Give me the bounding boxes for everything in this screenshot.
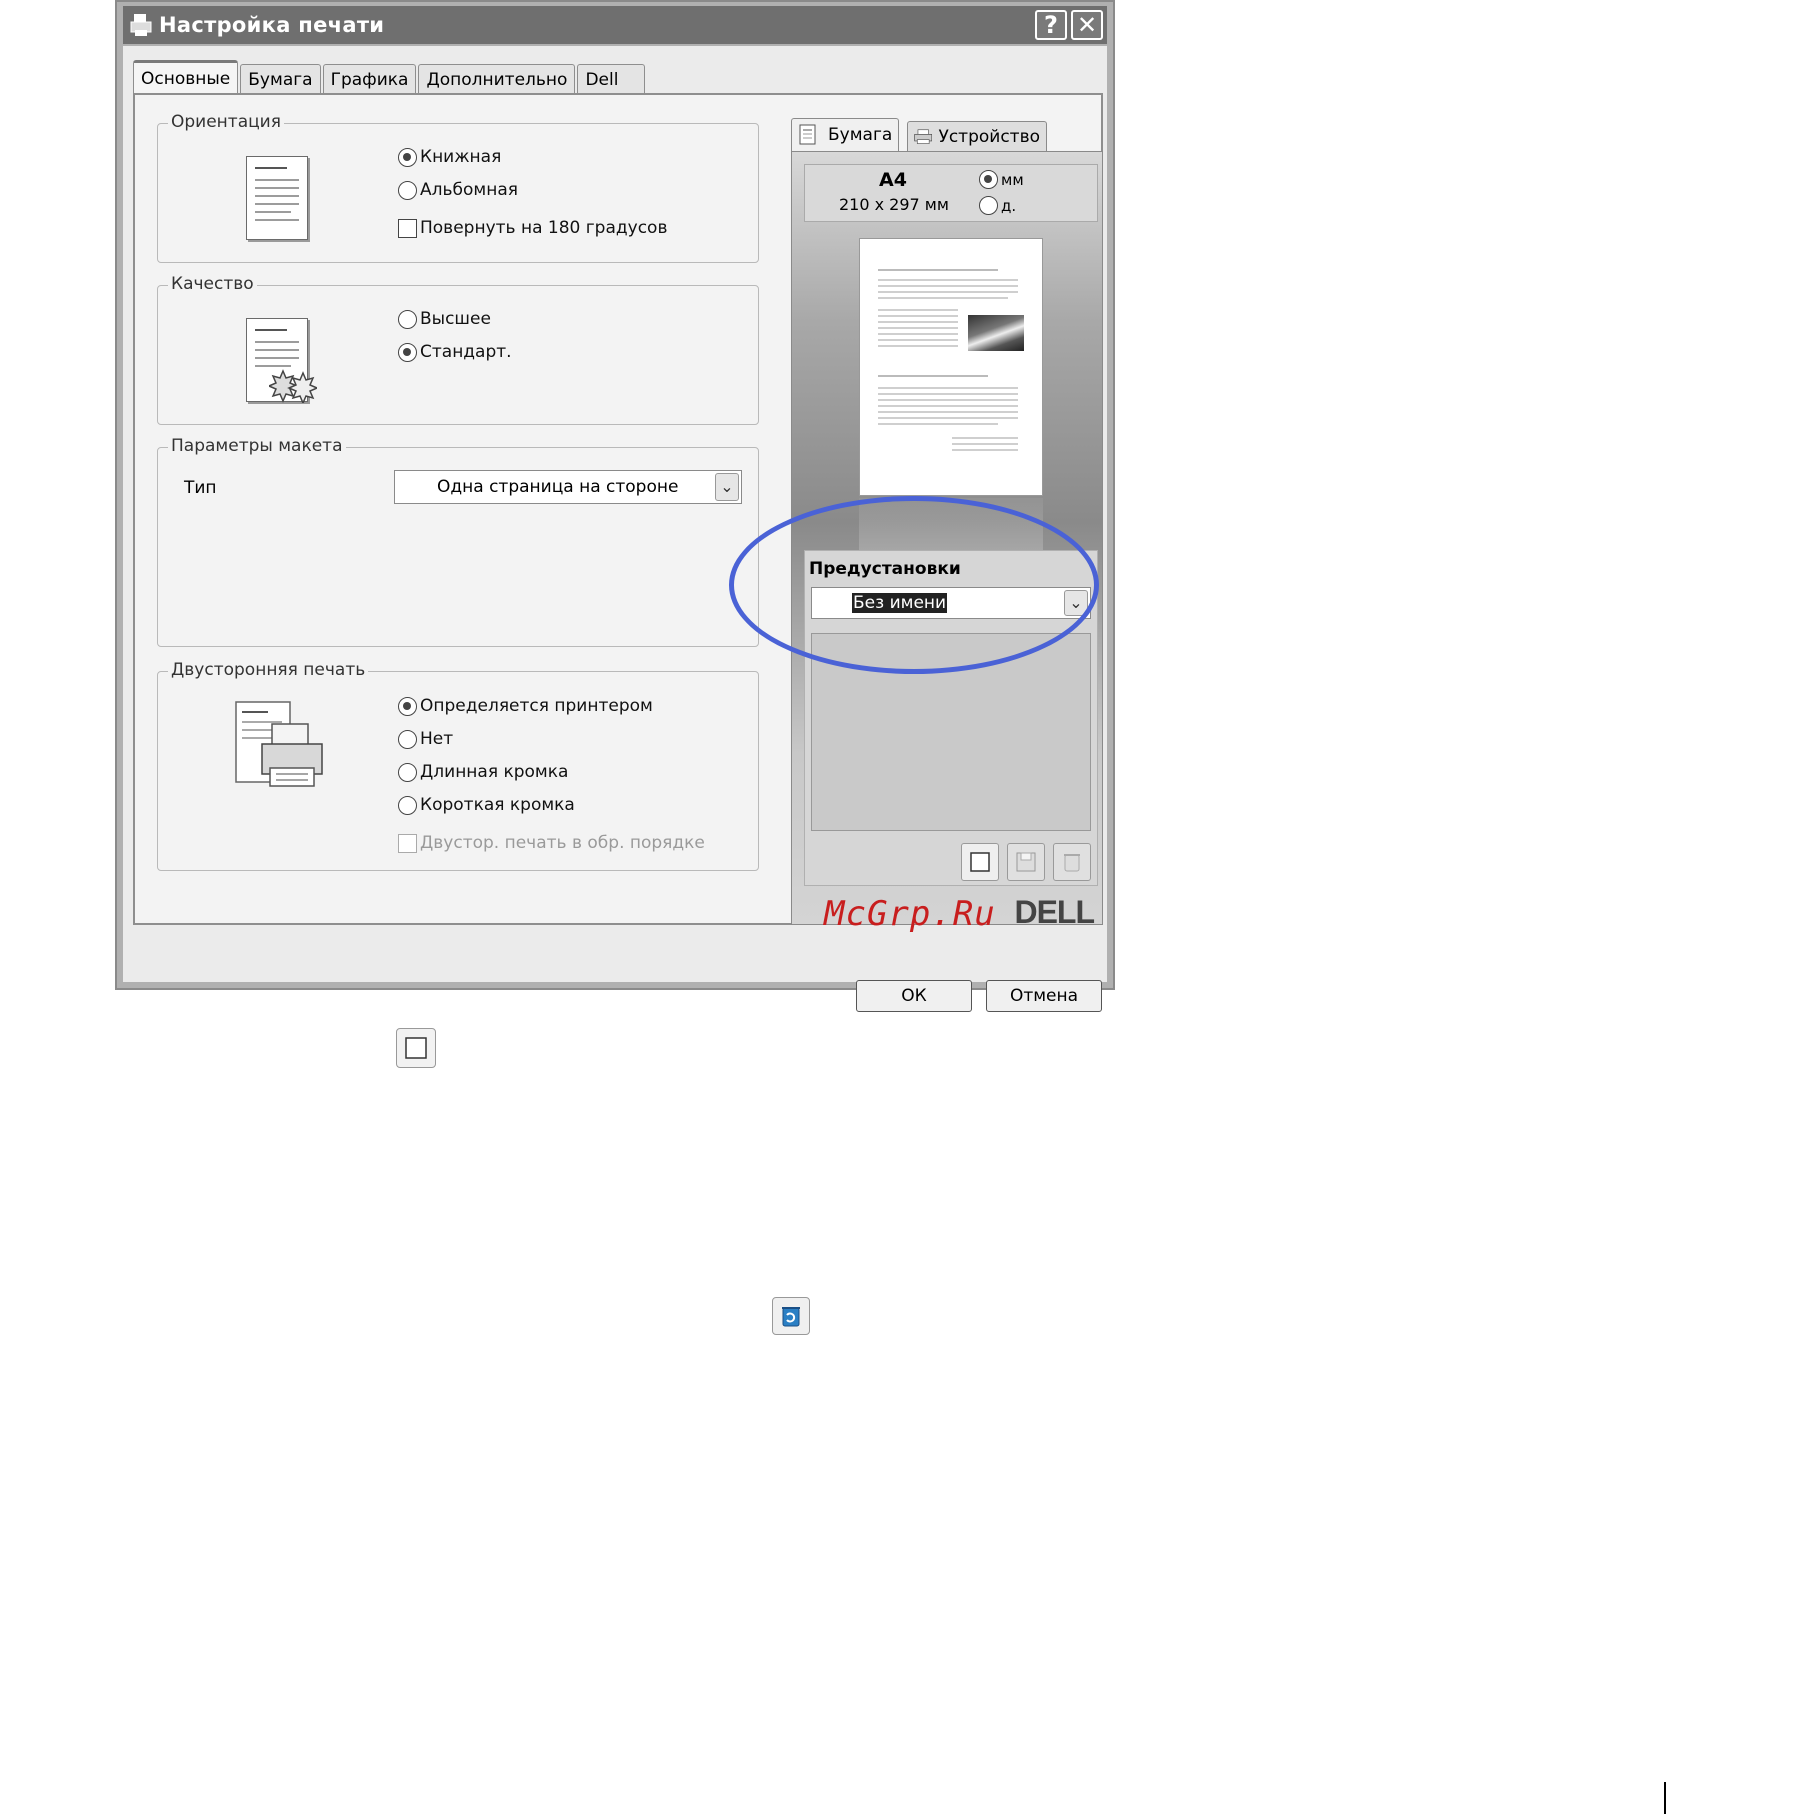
print-settings-dialog: Настройка печати ? ✕ Основные Бумага Гра… (115, 0, 1115, 1012)
dell-logo: DELL (1014, 894, 1095, 930)
unit-mm-option[interactable]: мм (979, 170, 1024, 189)
rotate-180-label: Повернуть на 180 градусов (420, 218, 668, 238)
help-button[interactable]: ? (1035, 10, 1067, 40)
layout-type-select[interactable]: Одна страница на стороне ⌄ (394, 470, 742, 504)
paper-info-box: A4 210 x 297 мм мм д. (804, 164, 1098, 222)
tab-advanced[interactable]: Дополнительно (418, 64, 576, 94)
duplex-printer-default-radio[interactable] (398, 696, 417, 716)
ok-button[interactable]: ОК (856, 980, 972, 1012)
tab-graphics[interactable]: Графика (322, 64, 417, 94)
quality-legend: Качество (168, 274, 257, 294)
new-preset-button[interactable] (961, 843, 999, 881)
window-title: Настройка печати (159, 13, 385, 37)
tab-basic[interactable]: Основные (133, 60, 239, 94)
duplex-none-option[interactable]: Нет (398, 729, 453, 749)
presets-highlight-circle (729, 496, 1099, 674)
duplex-reverse-option: Двустор. печать в обр. порядке (398, 833, 705, 853)
quality-best-label: Высшее (420, 309, 491, 329)
unit-inch-radio[interactable] (979, 196, 998, 215)
quality-standard-option[interactable]: Стандарт. (398, 342, 512, 362)
portrait-radio[interactable] (398, 147, 417, 167)
chevron-down-icon[interactable]: ⌄ (715, 473, 739, 501)
duplex-none-radio[interactable] (398, 729, 417, 749)
duplex-short-edge-option[interactable]: Короткая кромка (398, 795, 575, 815)
preview-tab-paper-label: Бумага (828, 125, 893, 145)
recycle-bin-icon (1064, 854, 1080, 872)
paper-dimensions: 210 x 297 мм (839, 195, 949, 214)
orientation-legend: Ориентация (168, 112, 284, 132)
title-bar[interactable]: Настройка печати ? ✕ (123, 6, 1107, 44)
rotate-180-option[interactable]: Повернуть на 180 градусов (398, 218, 667, 238)
duplex-long-edge-option[interactable]: Длинная кромка (398, 762, 568, 782)
duplex-reverse-label: Двустор. печать в обр. порядке (420, 833, 705, 853)
page-margin-bar (1664, 1782, 1666, 1814)
printer-icon (130, 14, 152, 36)
preview-tab-device-label: Устройство (938, 126, 1040, 147)
quality-best-option[interactable]: Высшее (398, 309, 491, 329)
cancel-button[interactable]: Отмена (986, 980, 1102, 1012)
tab-dell[interactable]: Dell (577, 64, 646, 94)
quality-best-radio[interactable] (398, 309, 417, 329)
layout-group: Параметры макета Тип Одна страница на ст… (157, 436, 759, 647)
orientation-group: Ориентация Книжная Альбомная Повернуть н… (157, 112, 759, 263)
branding-row: DELL McGrp.Ru (824, 894, 1095, 934)
recycle-bin-icon (782, 1307, 800, 1327)
portrait-page-icon (246, 156, 308, 240)
save-disk-icon (1016, 852, 1036, 872)
duplex-none-label: Нет (420, 729, 454, 749)
paper-icon (799, 124, 816, 145)
preview-photo (968, 315, 1024, 351)
layout-type-label: Тип (184, 478, 217, 498)
quality-standard-radio[interactable] (398, 342, 417, 362)
portrait-label: Книжная (420, 147, 502, 167)
delete-preset-button (1053, 843, 1091, 881)
unit-mm-radio[interactable] (979, 170, 998, 189)
duplex-printer-icon (235, 701, 323, 787)
preview-tab-paper[interactable]: Бумага (791, 118, 900, 151)
main-tabs: Основные Бумага Графика Дополнительно De… (133, 60, 647, 94)
duplex-long-edge-radio[interactable] (398, 762, 417, 782)
unit-inch-label: д. (1001, 196, 1017, 215)
new-document-icon (405, 1037, 427, 1059)
paper-name: A4 (879, 169, 907, 191)
duplex-group: Двусторонняя печать Определяется принтер… (157, 660, 759, 871)
duplex-long-edge-label: Длинная кромка (420, 762, 569, 782)
duplex-printer-default-option[interactable]: Определяется принтером (398, 696, 653, 716)
duplex-reverse-checkbox (398, 833, 417, 853)
page-preview (859, 238, 1043, 496)
close-button[interactable]: ✕ (1071, 10, 1103, 40)
quality-group: Качество Высшее Стандарт. (157, 274, 759, 425)
duplex-short-edge-radio[interactable] (398, 795, 417, 815)
orientation-portrait-option[interactable]: Книжная (398, 147, 501, 167)
watermark-text: McGrp.Ru (824, 894, 996, 934)
unit-mm-label: мм (1001, 170, 1024, 189)
landscape-radio[interactable] (398, 180, 417, 200)
quality-standard-label: Стандарт. (420, 342, 512, 362)
rotate-180-checkbox[interactable] (398, 218, 417, 238)
duplex-short-edge-label: Короткая кромка (420, 795, 575, 815)
layout-legend: Параметры макета (168, 436, 346, 456)
new-document-icon (970, 852, 990, 872)
delete-preset-icon-sample (772, 1297, 810, 1335)
tab-paper[interactable]: Бумага (240, 64, 321, 94)
save-preset-button (1007, 843, 1045, 881)
new-preset-icon-sample (396, 1028, 436, 1068)
duplex-legend: Двусторонняя печать (168, 660, 369, 680)
gear-icon (269, 369, 317, 403)
duplex-printer-default-label: Определяется принтером (420, 696, 653, 716)
orientation-landscape-option[interactable]: Альбомная (398, 180, 518, 200)
quality-page-icon (246, 318, 317, 403)
unit-inch-option[interactable]: д. (979, 196, 1016, 215)
layout-type-value: Одна страница на стороне (437, 477, 679, 497)
device-printer-icon (914, 128, 933, 144)
landscape-label: Альбомная (420, 180, 518, 200)
preview-tab-device[interactable]: Устройство (907, 121, 1047, 151)
